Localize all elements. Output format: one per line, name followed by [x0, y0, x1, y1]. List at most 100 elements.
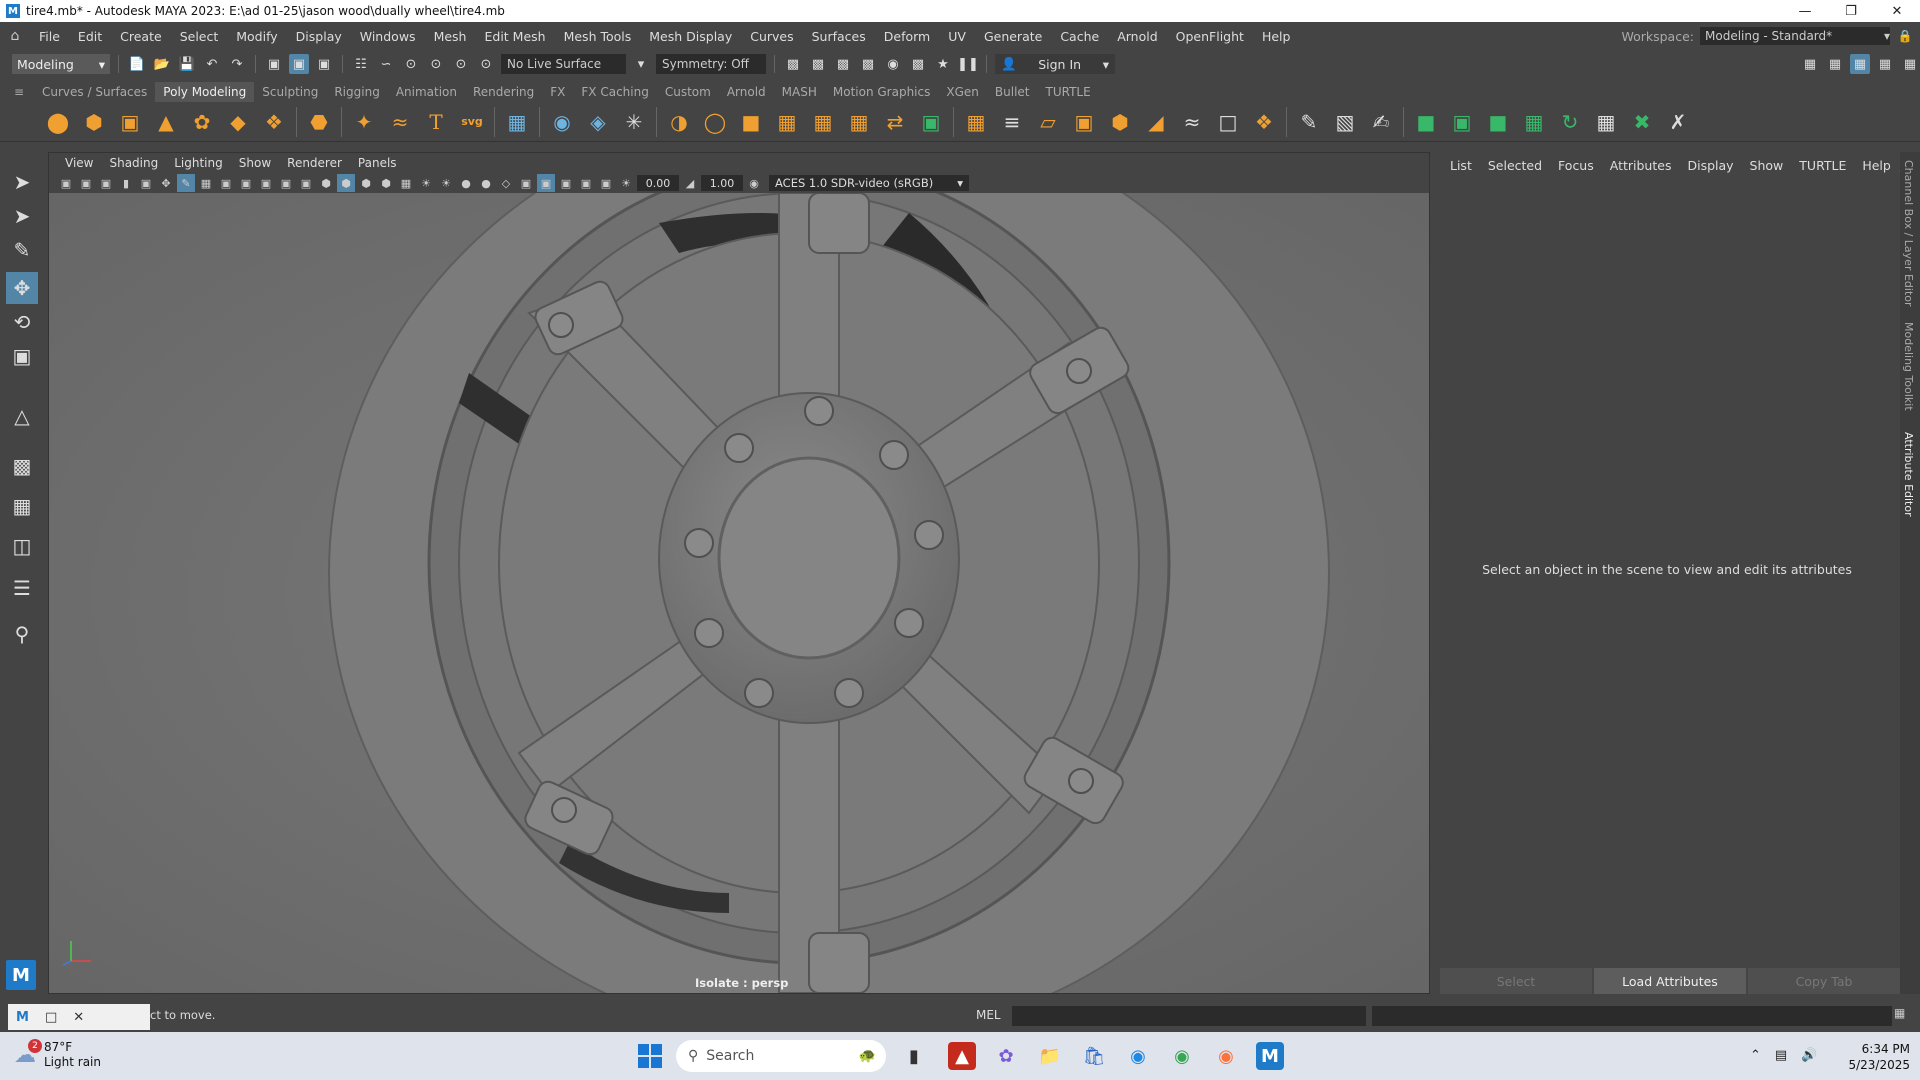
- load-attributes-button[interactable]: Load Attributes: [1594, 968, 1746, 994]
- workspace-select[interactable]: Modeling - Standard* ▾: [1700, 27, 1890, 45]
- close-icon[interactable]: ✕: [73, 1010, 84, 1025]
- maya-window-icon[interactable]: M: [16, 1010, 29, 1025]
- windows-start-icon[interactable]: [638, 1044, 662, 1068]
- insert-edge-loop-icon[interactable]: ▦: [773, 108, 801, 136]
- shelf-tab-motion-graphics[interactable]: Motion Graphics: [825, 82, 939, 102]
- shelf-tab-turtle[interactable]: TURTLE: [1037, 82, 1098, 102]
- poly-cylinder-icon[interactable]: ▣: [116, 108, 144, 136]
- menu-edit[interactable]: Edit: [69, 29, 111, 44]
- menu-set-select[interactable]: Modeling ▾: [12, 54, 110, 74]
- taskbar-search[interactable]: ⚲ Search 🐢: [676, 1040, 886, 1072]
- snap-view-plane-icon[interactable]: ⊙: [426, 54, 446, 74]
- weather-widget[interactable]: ☁ 2 87°F Light rain: [14, 1038, 101, 1070]
- undo-icon[interactable]: ↶: [202, 54, 222, 74]
- svg-tool-icon[interactable]: svg: [458, 108, 486, 136]
- shelf-tab-mash[interactable]: MASH: [774, 82, 825, 102]
- menu-openflight[interactable]: OpenFlight: [1167, 29, 1253, 44]
- image-plane-icon[interactable]: ▣: [137, 174, 155, 192]
- restore-icon[interactable]: □: [45, 1010, 57, 1025]
- separate-icon[interactable]: ◈: [584, 108, 612, 136]
- viewport-persp[interactable]: View Shading Lighting Show Renderer Pane…: [48, 152, 1430, 994]
- view-transform-select[interactable]: ACES 1.0 SDR-video (sRGB) ▾: [769, 175, 969, 191]
- shelf-tab-sculpting[interactable]: Sculpting: [254, 82, 326, 102]
- snap-surface-icon[interactable]: ⊙: [451, 54, 471, 74]
- panel-menu-show[interactable]: Show: [231, 156, 279, 170]
- exposure-icon[interactable]: ☀: [617, 174, 635, 192]
- chrome-icon[interactable]: ◉: [1168, 1042, 1196, 1070]
- four-view-layout-icon[interactable]: ▦: [6, 490, 38, 522]
- ae-menu-attributes[interactable]: Attributes: [1602, 158, 1680, 173]
- maximize-icon[interactable]: ❐: [1828, 0, 1874, 22]
- menu-windows[interactable]: Windows: [351, 29, 425, 44]
- bookmark-icon[interactable]: ▮: [117, 174, 135, 192]
- boolean-icon[interactable]: ▣: [1070, 108, 1098, 136]
- shelf-menu-icon[interactable]: ≡: [14, 85, 34, 99]
- select-tool-icon[interactable]: ➤: [6, 166, 38, 198]
- menu-help[interactable]: Help: [1253, 29, 1300, 44]
- default-material-icon[interactable]: ⬢: [357, 174, 375, 192]
- extract-icon[interactable]: ▦: [962, 108, 990, 136]
- panel-menu-panels[interactable]: Panels: [350, 156, 405, 170]
- smooth-shade-icon[interactable]: ⬢: [337, 174, 355, 192]
- light-editor-icon[interactable]: ★: [933, 54, 953, 74]
- ae-menu-list[interactable]: List: [1442, 158, 1480, 173]
- panel-menu-renderer[interactable]: Renderer: [279, 156, 350, 170]
- grab-brush-icon[interactable]: ✍: [1367, 108, 1395, 136]
- rotate-tool-icon[interactable]: ⟲: [6, 306, 38, 338]
- new-scene-icon[interactable]: 📄: [127, 54, 147, 74]
- shelf-tab-fx[interactable]: FX: [542, 82, 573, 102]
- save-scene-icon[interactable]: 💾: [177, 54, 197, 74]
- wireframe-on-shaded-icon[interactable]: ⬢: [377, 174, 395, 192]
- target-weld-icon[interactable]: ▦: [845, 108, 873, 136]
- field-chart-icon[interactable]: ▣: [277, 174, 295, 192]
- uv-layout-icon[interactable]: ▦: [1592, 108, 1620, 136]
- shelf-tab-xgen[interactable]: XGen: [938, 82, 987, 102]
- poly-sphere-icon[interactable]: ⬤: [44, 108, 72, 136]
- menu-surfaces[interactable]: Surfaces: [803, 29, 875, 44]
- poly-cube-icon[interactable]: ⬢: [80, 108, 108, 136]
- menu-mesh-display[interactable]: Mesh Display: [640, 29, 741, 44]
- bookmarks-icon[interactable]: ▣: [97, 174, 115, 192]
- shelf-tab-arnold[interactable]: Arnold: [719, 82, 774, 102]
- remesh-icon[interactable]: ◢: [1142, 108, 1170, 136]
- pause-viewport-icon[interactable]: ❚❚: [957, 54, 979, 74]
- xray-joints-icon[interactable]: ▣: [577, 174, 595, 192]
- tab-channel-box[interactable]: Channel Box / Layer Editor: [1902, 160, 1915, 307]
- menu-select[interactable]: Select: [171, 29, 228, 44]
- lasso-tool-icon[interactable]: ➤: [6, 200, 38, 232]
- two-d-pan-icon[interactable]: ✥: [157, 174, 175, 192]
- uv-cut-icon[interactable]: ✖: [1628, 108, 1656, 136]
- gamma-icon[interactable]: ◢: [681, 174, 699, 192]
- platonic-solid-icon[interactable]: ⬣: [305, 108, 333, 136]
- ae-menu-show[interactable]: Show: [1742, 158, 1792, 173]
- sign-in-button[interactable]: 👤 Sign In ▾: [995, 54, 1115, 74]
- exposure-field[interactable]: 0.00: [637, 175, 679, 191]
- chevron-up-icon[interactable]: ⌃: [1750, 1048, 1761, 1063]
- store-icon[interactable]: 🛍: [1080, 1042, 1108, 1070]
- script-editor-icon[interactable]: ▦: [1894, 1006, 1905, 1020]
- menu-generate[interactable]: Generate: [975, 29, 1051, 44]
- poly-cone-icon[interactable]: ▲: [152, 108, 180, 136]
- panel-menu-view[interactable]: View: [57, 156, 101, 170]
- uv-cylindrical-icon[interactable]: ▣: [1448, 108, 1476, 136]
- shelf-tab-fx-caching[interactable]: FX Caching: [573, 82, 656, 102]
- shelf-tab-custom[interactable]: Custom: [657, 82, 719, 102]
- menu-deform[interactable]: Deform: [875, 29, 939, 44]
- copy-tab-button[interactable]: Copy Tab: [1748, 968, 1900, 994]
- hypershade-icon[interactable]: ◉: [883, 54, 903, 74]
- lock-icon[interactable]: 🔒: [1890, 29, 1920, 43]
- menu-display[interactable]: Display: [287, 29, 351, 44]
- network-icon[interactable]: ▤: [1775, 1048, 1787, 1063]
- retopo-icon[interactable]: ≈: [1178, 108, 1206, 136]
- unfold-icon[interactable]: □: [1214, 108, 1242, 136]
- volume-icon[interactable]: 🔊: [1801, 1048, 1817, 1063]
- grease-pencil-icon[interactable]: ✎: [177, 174, 195, 192]
- scale-tool-icon[interactable]: ▣: [6, 340, 38, 372]
- use-all-lights-icon[interactable]: ☀: [417, 174, 435, 192]
- shelf-tab-curves-surfaces[interactable]: Curves / Surfaces: [34, 82, 155, 102]
- ae-menu-display[interactable]: Display: [1679, 158, 1741, 173]
- reduce-icon[interactable]: ⬢: [1106, 108, 1134, 136]
- show-manipulator-icon[interactable]: △: [6, 400, 38, 432]
- symmetry-dropdown-icon[interactable]: ▾: [631, 54, 651, 74]
- ae-menu-help[interactable]: Help: [1854, 158, 1899, 173]
